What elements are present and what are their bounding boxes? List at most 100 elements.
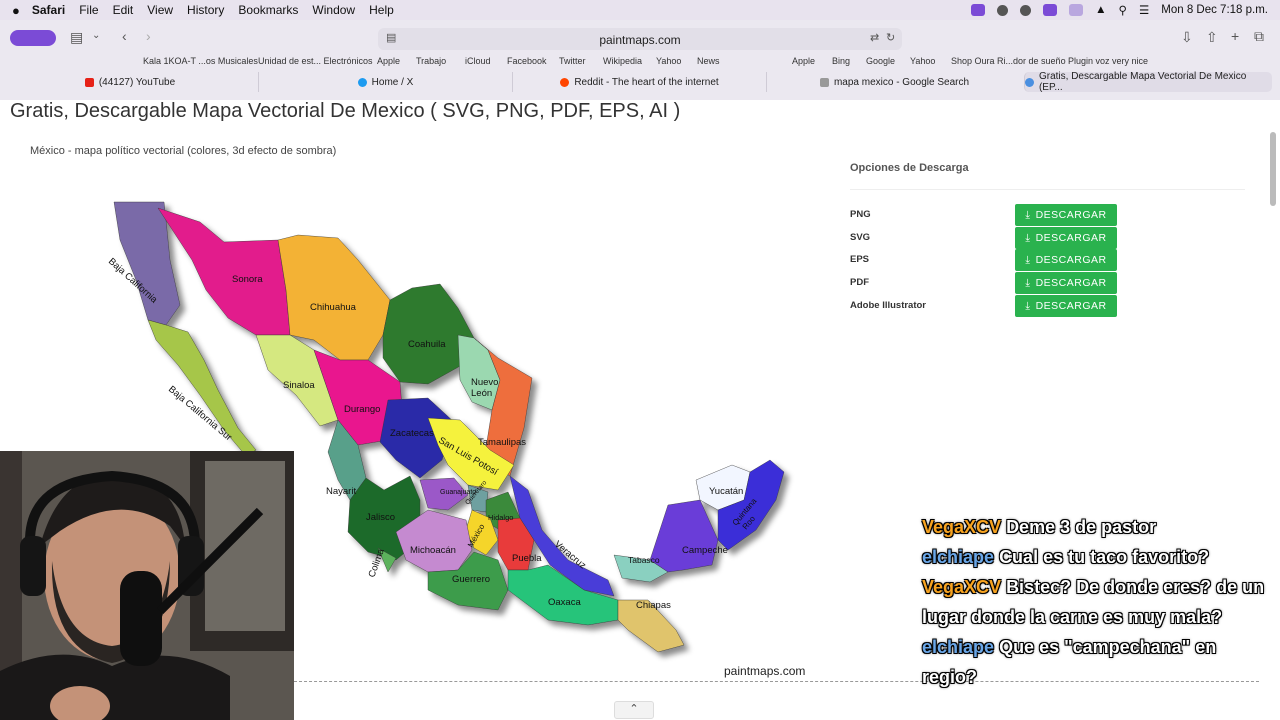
- bookmark-item[interactable]: Kala 1KOA-T ...os Musicales: [143, 56, 258, 66]
- state-campeche: [649, 499, 719, 573]
- download-row-svg: SVG ⤓ DESCARGAR: [850, 227, 1250, 249]
- bookmark-item[interactable]: Twitter: [559, 56, 586, 66]
- download-svg-button[interactable]: ⤓ DESCARGAR: [1015, 227, 1117, 249]
- search-icon[interactable]: ⚲: [1119, 3, 1127, 17]
- download-png-button[interactable]: ⤓ DESCARGAR: [1015, 204, 1117, 226]
- chat-text: Cual es tu taco favorito?: [999, 547, 1210, 567]
- bookmark-item[interactable]: Facebook: [507, 56, 547, 66]
- translate-icon[interactable]: ⇄: [870, 31, 879, 44]
- scroll-top-button[interactable]: ⌃: [614, 701, 654, 719]
- tab-reddit[interactable]: Reddit - The heart of the internet: [512, 72, 766, 92]
- bookmark-folder[interactable]: Trabajo: [416, 56, 446, 66]
- paintmaps-icon: [1025, 77, 1034, 87]
- bookmark-item[interactable]: iCloud: [465, 56, 491, 66]
- map-label: Michoacán: [410, 545, 456, 556]
- download-pdf-button[interactable]: ⤓ DESCARGAR: [1015, 272, 1117, 294]
- status-icon-2[interactable]: [1020, 4, 1032, 16]
- download-row-pdf: PDF ⤓ DESCARGAR: [850, 272, 1250, 294]
- chat-message: VegaXCV Bistec? De donde eres? de un lug…: [922, 572, 1272, 632]
- state-sonora: [157, 207, 291, 336]
- bookmark-item[interactable]: Apple: [792, 56, 815, 66]
- tab-label: (44127) YouTube: [98, 76, 176, 88]
- bookmark-item[interactable]: Google: [866, 56, 895, 66]
- chat-username: VegaXCV: [922, 577, 1002, 597]
- map-label: Hidalgo: [488, 513, 513, 522]
- wifi-icon[interactable]: ▲: [1095, 4, 1106, 16]
- status-icon-1[interactable]: [997, 4, 1009, 16]
- apple-icon[interactable]: ●: [12, 3, 20, 18]
- bookmark-item[interactable]: Unidad de est... Electrónicos: [258, 56, 373, 66]
- download-icon: ⤓: [1025, 231, 1031, 244]
- tab-label: Gratis, Descargable Mapa Vectorial De Me…: [1038, 71, 1247, 93]
- twitter-icon: [357, 77, 367, 87]
- menu-bar: ● Safari File Edit View History Bookmark…: [0, 0, 1280, 20]
- menu-bookmarks[interactable]: Bookmarks: [238, 3, 298, 17]
- menu-help[interactable]: Help: [369, 3, 394, 17]
- bookmark-item[interactable]: Yahoo: [910, 56, 935, 66]
- button-label: DESCARGAR: [1035, 277, 1107, 289]
- map-label: León: [471, 388, 492, 399]
- format-label: PNG: [850, 209, 871, 220]
- map-label: Nayarit: [326, 486, 356, 497]
- format-label: SVG: [850, 232, 871, 243]
- chat-username: VegaXCV: [922, 517, 1002, 537]
- download-row-ai: Adobe Illustrator ⤓ DESCARGAR: [850, 295, 1250, 317]
- download-icon: ⤓: [1025, 208, 1031, 221]
- scrollbar[interactable]: [1270, 132, 1276, 206]
- app-menu[interactable]: Safari: [32, 3, 65, 17]
- button-label: DESCARGAR: [1035, 232, 1107, 244]
- map-label: Campeche: [682, 545, 728, 556]
- tab-google-search[interactable]: mapa mexico - Google Search: [766, 72, 1022, 92]
- stream-chat-overlay: VegaXCV Deme 3 de pastor elchiape Cual e…: [922, 512, 1272, 692]
- map-label: Sinaloa: [283, 380, 315, 391]
- menu-edit[interactable]: Edit: [113, 3, 134, 17]
- button-label: DESCARGAR: [1035, 300, 1107, 312]
- map-label: Chihuahua: [310, 302, 357, 313]
- menu-window[interactable]: Window: [312, 3, 355, 17]
- map-label: Tamaulipas: [478, 437, 526, 448]
- chat-text: Deme 3 de pastor: [1006, 517, 1157, 537]
- chevron-up-icon: ⌃: [629, 703, 639, 715]
- bluetooth-icon[interactable]: [1069, 4, 1084, 16]
- download-ai-button[interactable]: ⤓ DESCARGAR: [1015, 295, 1117, 317]
- chat-message: VegaXCV Deme 3 de pastor: [922, 512, 1272, 542]
- map-label: Chiapas: [636, 600, 671, 611]
- clock[interactable]: Mon 8 Dec 7:18 p.m.: [1161, 4, 1268, 16]
- menu-history[interactable]: History: [187, 3, 224, 17]
- screen-record-icon[interactable]: [971, 4, 986, 16]
- bookmark-folder[interactable]: News: [697, 56, 720, 66]
- control-center-icon[interactable]: ☰: [1139, 3, 1149, 17]
- download-icon: ⤓: [1025, 299, 1031, 312]
- button-label: DESCARGAR: [1035, 209, 1107, 221]
- tab-youtube[interactable]: (44127) YouTube: [2, 72, 258, 92]
- chat-message: elchiape Cual es tu taco favorito?: [922, 542, 1272, 572]
- map-label: Coahuila: [408, 339, 446, 350]
- bookmark-item[interactable]: Yahoo: [656, 56, 681, 66]
- tab-label: Reddit - The heart of the internet: [574, 76, 719, 88]
- bookmark-item[interactable]: Bing: [832, 56, 850, 66]
- reload-icon[interactable]: ↻: [886, 31, 895, 44]
- chat-username: elchiape: [922, 547, 995, 567]
- window-switcher-icon[interactable]: [1043, 4, 1058, 16]
- download-icon: ⤓: [1025, 276, 1031, 289]
- menu-file[interactable]: File: [79, 3, 98, 17]
- chat-username: elchiape: [922, 637, 995, 657]
- format-label: Adobe Illustrator: [850, 300, 927, 311]
- map-label: Nuevo: [471, 377, 498, 388]
- tab-paintmaps[interactable]: Gratis, Descargable Mapa Vectorial De Me…: [1024, 71, 1272, 93]
- bookmark-item[interactable]: Plugin voz very nice: [1068, 56, 1148, 66]
- bookmark-item[interactable]: Wikipedia: [603, 56, 642, 66]
- state-baja-california-sur: [147, 319, 257, 457]
- bookmark-item[interactable]: Apple: [377, 56, 400, 66]
- webcam-overlay: [0, 451, 294, 720]
- format-label: EPS: [850, 254, 870, 265]
- map-label: Puebla: [512, 553, 542, 564]
- tab-bar: (44127) YouTube Home / X Reddit - The he…: [0, 71, 1280, 93]
- bookmark-item[interactable]: Shop Oura Ri...dor de sueño: [951, 56, 1066, 66]
- map-label: Zacatecas: [390, 428, 434, 439]
- map-label: Yucatán: [709, 486, 743, 497]
- tab-x[interactable]: Home / X: [258, 72, 512, 92]
- menu-view[interactable]: View: [147, 3, 173, 17]
- download-eps-button[interactable]: ⤓ DESCARGAR: [1015, 249, 1117, 271]
- google-icon: [819, 77, 829, 87]
